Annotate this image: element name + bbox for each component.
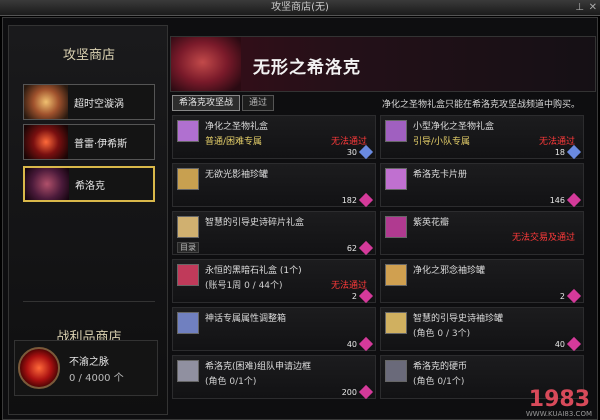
raid-shop-title: 攻坚商店 bbox=[62, 48, 115, 63]
shop-button-vortex[interactable]: 超时空漩涡 bbox=[23, 84, 155, 120]
item-sub: (角色 0 / 3个) bbox=[413, 329, 471, 339]
gem-icon bbox=[358, 144, 374, 160]
item-sub: (角色 0/1个) bbox=[205, 377, 257, 387]
item-warn: 无法交易及通过 bbox=[511, 233, 575, 243]
epic-jar-icon bbox=[385, 312, 407, 334]
item-warn: 无法通过 bbox=[538, 137, 575, 147]
shop-item[interactable]: 永恒的黑暗石礼盒 (1个) (账号1周 0 / 44个) 无法通过 2 bbox=[172, 259, 376, 304]
coin-icon bbox=[385, 360, 407, 382]
tab-pass[interactable]: 通过 bbox=[242, 95, 275, 111]
item-name: 智慧的引导史诗袖珍罐 bbox=[413, 314, 504, 324]
shop-item[interactable]: 净化之邪念袖珍罐 2 bbox=[380, 259, 584, 304]
shop-item[interactable]: 小型净化之圣物礼盒 引导/小队专属 无法通过 18 bbox=[380, 115, 584, 160]
shop-label: 普雷·伊希斯 bbox=[74, 138, 128, 150]
item-price: 40 bbox=[554, 340, 565, 349]
shop-item[interactable]: 紫英花瓣 无法交易及通过 bbox=[380, 211, 584, 255]
item-warn: 无法通过 bbox=[330, 281, 367, 291]
card-album-icon bbox=[385, 168, 407, 190]
window-title: 攻坚商店(无) bbox=[271, 2, 329, 13]
left-divider bbox=[23, 301, 155, 302]
shop-button-sirocco[interactable]: 希洛克 bbox=[23, 166, 155, 202]
item-sub: 引导/小队专属 bbox=[413, 137, 471, 147]
gem-icon bbox=[358, 384, 374, 400]
close-icon[interactable]: ✕ bbox=[589, 0, 597, 16]
window-titlebar: 攻坚商店(无) ⊥ ✕ bbox=[0, 0, 600, 16]
purchase-notice: 净化之圣物礼盒只能在希洛克攻坚战频道中购买。 bbox=[382, 100, 581, 110]
shop-item[interactable]: 神话专属属性调整箱 40 bbox=[172, 307, 376, 352]
epic-shard-box-icon bbox=[177, 216, 199, 238]
item-sub: (账号1周 0 / 44个) bbox=[205, 281, 283, 291]
dark-stone-box-icon bbox=[177, 264, 199, 286]
item-price: 182 bbox=[341, 196, 357, 205]
shop-item[interactable]: 希洛克(困难)组队申请边框 (角色 0/1个) 200 bbox=[172, 355, 376, 400]
shop-item[interactable]: 无欲光影袖珍罐 182 bbox=[172, 163, 376, 208]
item-price: 40 bbox=[346, 340, 357, 349]
shop-label: 希洛克 bbox=[75, 180, 105, 192]
item-name: 永恒的黑暗石礼盒 (1个) bbox=[205, 266, 302, 276]
gem-icon bbox=[358, 288, 374, 304]
gem-icon bbox=[358, 192, 374, 208]
sirocco-thumb-icon bbox=[25, 168, 69, 200]
item-name: 神话专属属性调整箱 bbox=[205, 314, 287, 324]
item-price: 2 bbox=[351, 292, 357, 301]
item-name: 净化之邪念袖珍罐 bbox=[413, 266, 486, 276]
item-name: 智慧的引导史诗碎片礼盒 bbox=[205, 218, 305, 228]
gem-icon bbox=[566, 336, 582, 352]
sirocco-portrait-icon bbox=[171, 37, 241, 91]
item-name: 无欲光影袖珍罐 bbox=[205, 170, 269, 180]
spoils-currency: 不渝之脉 0 / 4000 个 bbox=[14, 340, 158, 396]
catalog-button[interactable]: 目录 bbox=[177, 242, 199, 253]
vortex-thumb-icon bbox=[24, 85, 68, 119]
attribute-box-icon bbox=[177, 312, 199, 334]
currency-count: 0 / 4000 个 bbox=[69, 373, 124, 384]
gem-icon bbox=[566, 144, 582, 160]
shop-banner: 无形之希洛克 bbox=[170, 36, 596, 92]
party-frame-icon bbox=[177, 360, 199, 382]
item-name: 希洛克(困难)组队申请边框 bbox=[205, 362, 312, 372]
gem-icon bbox=[358, 240, 374, 256]
currency-orb-icon bbox=[18, 347, 60, 389]
shop-item[interactable]: 希洛克卡片册 146 bbox=[380, 163, 584, 208]
relic-box-icon bbox=[177, 120, 199, 142]
shop-item[interactable]: 智慧的引导史诗袖珍罐 (角色 0 / 3个) 40 bbox=[380, 307, 584, 352]
item-sub: (角色 0/1个) bbox=[413, 377, 465, 387]
jar-icon bbox=[177, 168, 199, 190]
gem-icon bbox=[566, 192, 582, 208]
isys-thumb-icon bbox=[24, 125, 68, 159]
item-name: 净化之圣物礼盒 bbox=[205, 122, 269, 132]
watermark-url: WWW.KUAI83.COM bbox=[525, 410, 592, 418]
item-price: 62 bbox=[346, 244, 357, 253]
item-name: 希洛克卡片册 bbox=[413, 170, 468, 180]
shop-button-isys[interactable]: 普雷·伊希斯 bbox=[23, 124, 155, 160]
item-price: 146 bbox=[549, 196, 565, 205]
shop-item[interactable]: 净化之圣物礼盒 普通/困难专属 无法通过 30 bbox=[172, 115, 376, 160]
shop-item[interactable]: 智慧的引导史诗碎片礼盒 目录 62 bbox=[172, 211, 376, 256]
item-name: 希洛克的硬币 bbox=[413, 362, 468, 372]
gem-icon bbox=[566, 288, 582, 304]
evil-jar-icon bbox=[385, 264, 407, 286]
shop-label: 超时空漩涡 bbox=[74, 98, 124, 110]
item-name: 紫英花瓣 bbox=[413, 218, 450, 228]
tab-bar: 希洛克攻坚战 通过 bbox=[172, 95, 275, 111]
item-sub: 普通/困难专属 bbox=[205, 137, 263, 147]
item-warn: 无法通过 bbox=[330, 137, 367, 147]
item-name: 小型净化之圣物礼盒 bbox=[413, 122, 495, 132]
banner-title: 无形之希洛克 bbox=[253, 58, 361, 78]
tab-raid[interactable]: 希洛克攻坚战 bbox=[172, 95, 241, 111]
item-price: 18 bbox=[554, 148, 565, 157]
currency-name: 不渝之脉 bbox=[69, 357, 109, 368]
small-relic-box-icon bbox=[385, 120, 407, 142]
pin-icon[interactable]: ⊥ bbox=[575, 0, 584, 16]
watermark-logo: 1983 bbox=[528, 387, 590, 412]
item-price: 30 bbox=[346, 148, 357, 157]
item-price: 200 bbox=[341, 388, 357, 397]
petal-icon bbox=[385, 216, 407, 238]
item-price: 2 bbox=[559, 292, 565, 301]
gem-icon bbox=[358, 336, 374, 352]
